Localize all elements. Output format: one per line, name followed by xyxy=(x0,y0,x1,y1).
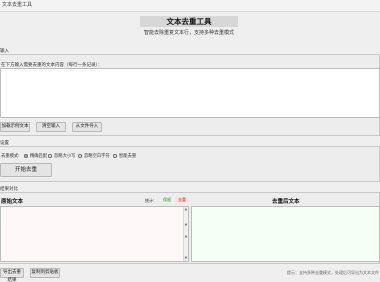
mode-label: 去重模式: xyxy=(1,154,20,159)
input-textarea[interactable] xyxy=(0,68,380,118)
radio-selected-icon xyxy=(24,153,28,158)
load-example-button[interactable]: 加载示例文本 xyxy=(0,122,30,132)
start-dedup-button[interactable]: 开始去重 xyxy=(0,163,52,177)
mode-ignore-case-radio[interactable]: 忽略大小写 xyxy=(48,153,75,159)
mode-exact-label: 精确匹配 xyxy=(30,154,48,159)
mode-radio-row: 去重模式: 精确匹配 忽略大小写 忽略空白字符 智能去重 xyxy=(0,153,200,159)
scroll-down-icon[interactable]: ▼ xyxy=(184,256,188,261)
original-scrollbar[interactable]: ▲ ▼ ▲ ▼ xyxy=(183,207,188,261)
original-textarea[interactable] xyxy=(0,206,189,262)
original-text-title: 原始文本 xyxy=(1,199,24,205)
mode-ignore-space-label: 忽略空白字符 xyxy=(84,154,110,159)
window-title: 文本去重工具 xyxy=(2,2,33,8)
stats-label: 统计: xyxy=(145,198,155,203)
radio-icon xyxy=(113,153,117,158)
scroll-up-icon[interactable]: ▲ xyxy=(184,207,188,212)
app-title: 文本去重工具 xyxy=(140,16,238,27)
deduped-text-title: 去重后文本 xyxy=(272,199,300,205)
mode-smart-label: 智能去重 xyxy=(119,154,137,159)
scroll-down-icon[interactable]: ▼ xyxy=(184,223,188,228)
scroll-up-icon[interactable]: ▲ xyxy=(184,234,188,239)
settings-group xyxy=(0,146,380,182)
app-subtitle: 智能去除重复文本行，支持多种去重模式 xyxy=(143,30,234,36)
mode-ignore-case-label: 忽略大小写 xyxy=(54,154,76,159)
radio-icon xyxy=(48,153,52,158)
deduped-textarea[interactable] xyxy=(191,206,380,262)
mode-exact-radio[interactable]: 精确匹配 xyxy=(24,153,47,159)
keep-badge: 保留 xyxy=(160,197,174,203)
remove-badge: 去重 xyxy=(176,197,188,203)
import-file-button[interactable]: 从文件导入 xyxy=(72,122,102,132)
copy-clipboard-button[interactable]: 复制到剪贴板 xyxy=(30,268,60,278)
footer-tip: 提示：支持多种去重模式，处理后可导出为文本文件 xyxy=(287,270,379,275)
radio-icon xyxy=(78,153,82,158)
export-button[interactable]: 导出去重结果 xyxy=(0,268,24,282)
window-titlebar: 文本去重工具 xyxy=(0,0,380,12)
clear-input-button[interactable]: 清空输入 xyxy=(36,122,66,132)
mode-ignore-space-radio[interactable]: 忽略空白字符 xyxy=(78,153,110,159)
mode-smart-radio[interactable]: 智能去重 xyxy=(113,153,136,159)
app-header: 文本去重工具 智能去除重复文本行，支持多种去重模式 xyxy=(0,12,380,42)
